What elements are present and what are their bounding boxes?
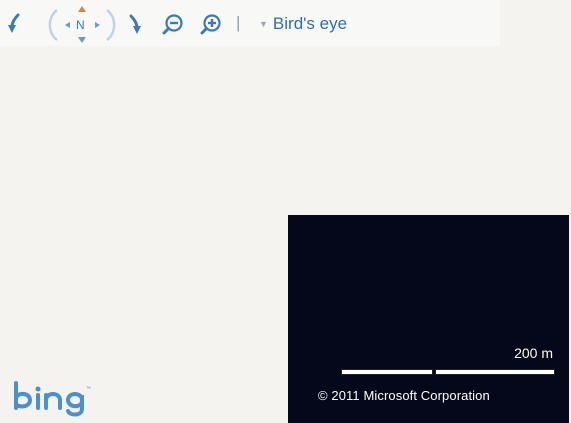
zoom-in-button[interactable] [200,13,222,35]
view-mode-label: Bird's eye [272,14,348,33]
zoom-in-icon [200,14,221,35]
zoom-out-icon [162,14,183,35]
view-mode-dropdown[interactable]: ▼ Bird's eye [259,11,347,37]
rotate-left-icon [8,13,20,33]
svg-text:™: ™ [86,386,91,392]
scale-label: 200 m [514,345,553,361]
map-toolbar: N | ▼ Bird's eye [0,0,500,46]
compass-control[interactable]: N [47,4,117,46]
bing-logo-mark: ™ [14,381,91,417]
dropdown-caret-icon: ▼ [259,19,268,29]
rotate-right-button[interactable] [126,14,142,36]
bing-logo[interactable]: ™ [12,377,110,417]
compass-north-label: N [76,18,85,32]
scale-bar [341,369,555,375]
toolbar-separator: | [236,13,241,32]
copyright-notice: © 2011 Microsoft Corporation [318,388,490,403]
zoom-out-button[interactable] [162,13,184,35]
rotate-left-button[interactable] [7,13,23,35]
rotate-right-icon [129,14,141,34]
